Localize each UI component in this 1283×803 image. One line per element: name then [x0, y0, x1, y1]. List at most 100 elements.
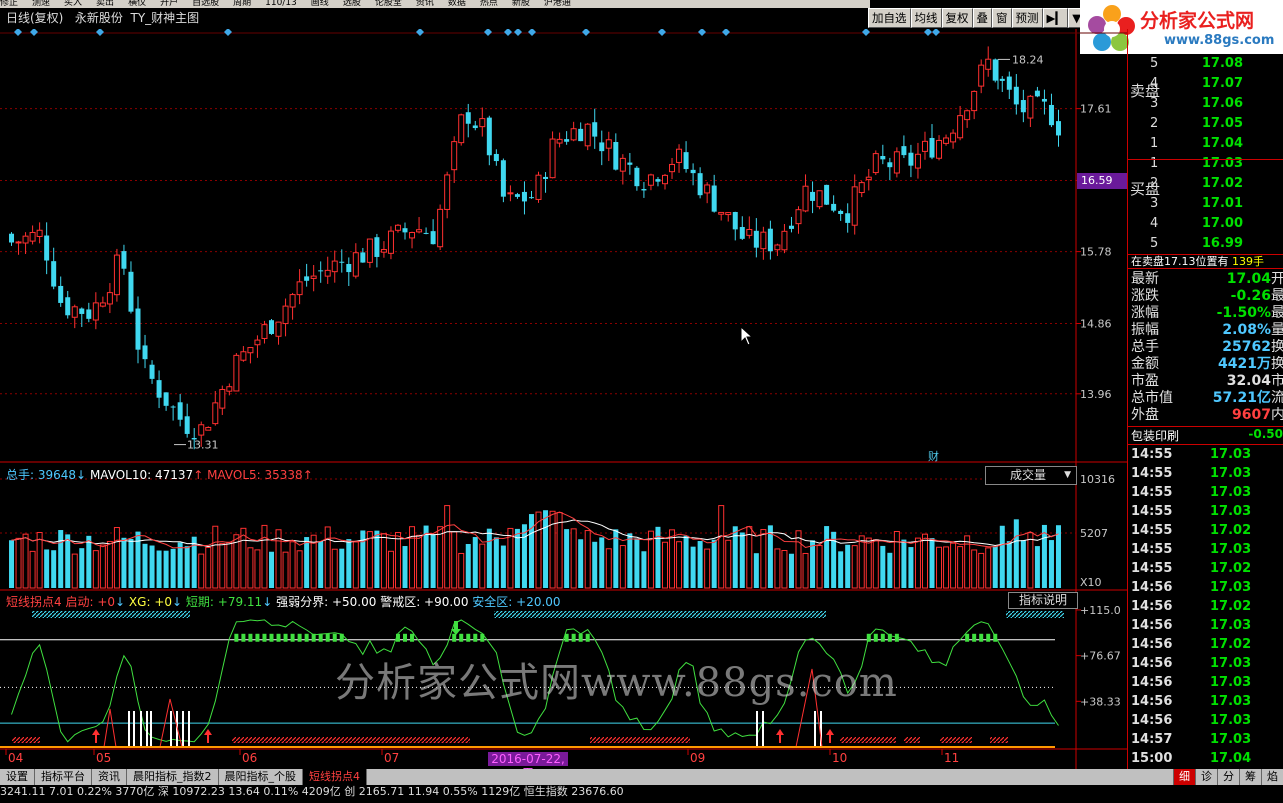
indicator-help-button[interactable]: 指标说明	[1008, 592, 1078, 609]
bottom-tab-bar: 设置 指标平台 资讯 晨阳指标_指数2 晨阳指标_个股 短线拐点4	[0, 769, 1283, 785]
overlay-button[interactable]: 叠	[972, 8, 992, 28]
sector-label[interactable]: 包装印刷	[1131, 427, 1179, 444]
candle-body-up	[212, 402, 219, 425]
menu-item-0[interactable]: 修正	[0, 0, 18, 8]
volume-bar-up	[858, 535, 865, 589]
menu-item-9[interactable]: 画线	[311, 0, 329, 8]
stat-value: 4421万	[1218, 356, 1271, 372]
bottom-tab-4[interactable]: 晨阳指标_个股	[218, 769, 303, 785]
bottom-tab-2[interactable]: 资讯	[92, 769, 127, 785]
volume-bar-down	[304, 537, 310, 588]
candle-body-down	[564, 139, 570, 142]
menu-item-1[interactable]: 测速	[32, 0, 50, 8]
volume-bar-down	[788, 553, 794, 588]
add-favorite-button[interactable]: 加自选	[868, 8, 911, 28]
restore-rights-button[interactable]: 复权	[941, 8, 973, 28]
stat-label: 总市值	[1131, 390, 1173, 406]
volume-bar-down	[690, 546, 696, 588]
right-tab-2[interactable]: 分	[1217, 769, 1239, 785]
volume-bar-down	[521, 524, 527, 588]
menu-item-13[interactable]: 数据	[448, 0, 466, 8]
indicator-name[interactable]: 短线拐点4	[6, 595, 62, 609]
volume-bars[interactable]	[9, 505, 1061, 589]
volume-bar-up	[676, 541, 683, 589]
right-tab-3[interactable]: 筹	[1239, 769, 1261, 785]
period-label[interactable]: 日线(复权)	[6, 11, 63, 25]
volume-bar-up	[718, 505, 725, 589]
menu-item-5[interactable]: 开户	[160, 0, 178, 8]
sell-level-2[interactable]: 2 17.05	[1128, 116, 1283, 136]
warning-zone-value: +90.00	[424, 595, 469, 609]
candlestick-series[interactable]	[9, 46, 1061, 450]
candle-body-up	[352, 252, 359, 277]
sell-zone-band	[494, 611, 826, 618]
candle-body-down	[528, 197, 534, 199]
bottom-tab-0[interactable]: 设置	[0, 769, 35, 785]
right-tab-1[interactable]: 诊	[1195, 769, 1217, 785]
volume-bar-down	[156, 550, 162, 588]
menu-item-11[interactable]: 论股堂	[375, 0, 402, 8]
expand-arrow-icon[interactable]: ▶▎	[1042, 8, 1069, 28]
volume-bar-down	[992, 546, 998, 588]
stat-row: 市盈 32.04市净	[1128, 373, 1283, 390]
volume-bar-down	[191, 536, 197, 588]
month-label: 11	[944, 751, 959, 765]
tick-price: 17.02	[1210, 637, 1252, 652]
indicator-axis-label: +115.0	[1080, 604, 1121, 617]
menu-item-12[interactable]: 资讯	[416, 0, 434, 8]
moving-average-button[interactable]: 均线	[910, 8, 942, 28]
right-tab-4[interactable]: 焰	[1261, 769, 1283, 785]
buy-level-4[interactable]: 4 17.00	[1128, 216, 1283, 236]
candle-body-up	[858, 182, 865, 194]
candle-body-up	[936, 139, 943, 159]
candle-body-up	[261, 324, 268, 339]
menu-item-14[interactable]: 热点	[480, 0, 498, 8]
crosshair-date-badge: 2016-07-22,五	[488, 752, 568, 780]
menu-item-4[interactable]: 横仪	[128, 0, 146, 8]
right-tab-0[interactable]: 细	[1173, 769, 1195, 785]
forecast-button[interactable]: 预测	[1011, 8, 1043, 28]
diamond-marker	[932, 29, 940, 36]
overbought-block	[276, 633, 281, 642]
volume-indicator-select[interactable]: 成交量 ▼	[985, 466, 1077, 485]
tick-price: 17.03	[1210, 618, 1252, 633]
sell-level-5[interactable]: 5 17.08	[1128, 56, 1283, 76]
window-button[interactable]: 窗	[992, 8, 1012, 28]
bottom-tab-1[interactable]: 指标平台	[35, 769, 92, 785]
menu-item-15[interactable]: 新股	[512, 0, 530, 8]
candle-body-down	[1006, 76, 1012, 90]
buy-level-3[interactable]: 3 17.01	[1128, 196, 1283, 216]
candle-body-down	[465, 112, 471, 124]
candle-body-up	[289, 294, 296, 308]
volume-bar-down	[86, 535, 92, 588]
menu-item-8[interactable]: 110/13	[265, 0, 297, 8]
buy-arrow-icon	[92, 729, 100, 743]
volume-bar-down	[528, 514, 534, 588]
volume-bar-up	[661, 541, 668, 589]
sell-level-1[interactable]: 1 17.04	[1128, 136, 1283, 156]
volume-bar-up	[71, 553, 78, 589]
candle-body-up	[964, 110, 971, 121]
menu-item-6[interactable]: 自选股	[192, 0, 219, 8]
menu-item-16[interactable]: 沪港通	[544, 0, 571, 8]
candle-body-down	[79, 308, 85, 314]
signal-bar-white	[188, 711, 190, 747]
menu-item-2[interactable]: 买入	[64, 0, 82, 8]
main-indicator-name[interactable]: TY_财神主图	[130, 11, 199, 25]
candle-body-down	[269, 320, 274, 334]
stat-label: 总手	[1131, 339, 1159, 355]
volume-bar-down	[149, 545, 155, 588]
menu-item-3[interactable]: 卖出	[96, 0, 114, 8]
stat-label-2: 换手	[1271, 356, 1283, 372]
tick-time: 14:56	[1131, 694, 1173, 709]
menu-item-7[interactable]: 周期	[233, 0, 251, 8]
signal-bar-white	[150, 711, 152, 747]
bottom-tab-3[interactable]: 晨阳指标_指数2	[127, 769, 219, 785]
short-label: 短期:	[185, 595, 218, 609]
logo-url: www.88gs.com	[1164, 33, 1275, 48]
candle-body-down	[1041, 98, 1047, 102]
menu-item-10[interactable]: 选股	[343, 0, 361, 8]
volume-bar-up	[458, 552, 465, 589]
bottom-tab-5[interactable]: 短线拐点4	[303, 769, 367, 785]
tick-time: 14:55	[1131, 504, 1173, 519]
